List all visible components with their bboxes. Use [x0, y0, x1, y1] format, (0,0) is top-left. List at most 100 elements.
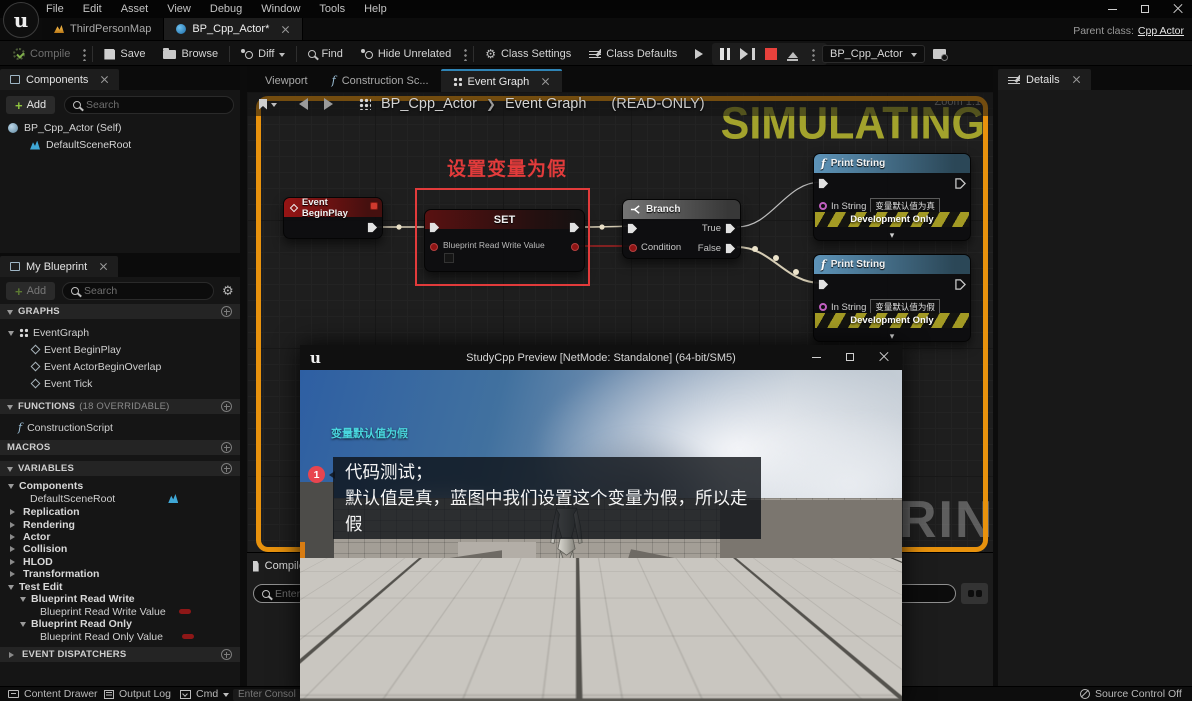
var-category-collision[interactable]: Collision — [8, 542, 67, 555]
event-beginplay-row[interactable]: Event BeginPlay — [30, 343, 121, 356]
event-dispatchers-section-header[interactable]: EVENT DISPATCHERS — [0, 647, 240, 662]
construction-script-row[interactable]: f ConstructionScript — [18, 421, 113, 434]
close-icon[interactable] — [1172, 3, 1184, 15]
add-macro-icon[interactable] — [221, 442, 232, 453]
event-tick-row[interactable]: Event Tick — [30, 377, 92, 390]
node-print-string-false[interactable]: f Print String In String 变量默认值为假 Develop… — [813, 254, 971, 342]
tab-event-graph[interactable]: Event Graph — [440, 69, 563, 92]
add-function-icon[interactable] — [221, 401, 232, 412]
exec-out-pin[interactable] — [955, 279, 966, 290]
menu-asset[interactable]: Asset — [121, 3, 149, 15]
close-icon[interactable] — [878, 351, 890, 363]
var-blueprint-read-only-value[interactable]: Blueprint Read Only Value — [40, 630, 194, 643]
class-defaults-button[interactable]: Class Defaults — [580, 41, 686, 67]
minimize-icon[interactable] — [1106, 3, 1118, 15]
exec-out-pin[interactable] — [955, 178, 966, 189]
my-blueprint-search[interactable] — [62, 282, 214, 300]
find-button[interactable]: Find — [299, 41, 351, 67]
tab-close-icon[interactable] — [281, 25, 290, 34]
unreal-logo-icon[interactable]: u — [3, 2, 39, 38]
event-actorbeginoverlap-row[interactable]: Event ActorBeginOverlap — [30, 360, 161, 373]
add-blueprint-item-button[interactable]: + Add — [6, 282, 56, 300]
exec-in-pin[interactable] — [818, 279, 829, 290]
menu-tools[interactable]: Tools — [319, 3, 345, 15]
components-search-input[interactable] — [86, 99, 225, 111]
node-branch[interactable]: Branch Condition True False — [622, 199, 741, 259]
source-control-button[interactable]: Source Control Off — [1080, 688, 1182, 700]
class-settings-button[interactable]: ⚙ Class Settings — [476, 41, 580, 67]
playback-options-icon[interactable] — [812, 47, 815, 61]
my-blueprint-tab[interactable]: My Blueprint — [0, 256, 119, 277]
component-row-self[interactable]: BP_Cpp_Actor (Self) — [8, 122, 121, 134]
menu-view[interactable]: View — [167, 3, 191, 15]
menu-edit[interactable]: Edit — [83, 3, 102, 15]
close-icon[interactable] — [100, 75, 109, 84]
node-print-string-true[interactable]: f Print String In String 变量默认值为真 Develop… — [813, 153, 971, 241]
var-group-blueprint-read-write[interactable]: Blueprint Read Write — [20, 592, 135, 605]
breadcrumb-root[interactable]: BP_Cpp_Actor — [381, 96, 477, 112]
compiler-results-tab[interactable]: Compile — [253, 560, 305, 572]
condition-pin[interactable]: Condition — [629, 242, 681, 253]
graphs-section-header[interactable]: GRAPHS — [0, 304, 240, 319]
stop-icon[interactable] — [765, 48, 777, 60]
preview-viewport[interactable]: 变量默认值为假 1 代码测试； 默认值是真，蓝图中我们设置这个变量为假，所以走假 — [300, 370, 902, 701]
forward-icon[interactable] — [324, 98, 339, 110]
cmd-dropdown[interactable]: Cmd — [180, 688, 230, 700]
tab-viewport[interactable]: Viewport — [247, 69, 320, 92]
variables-section-header[interactable]: VARIABLES — [0, 461, 240, 476]
menu-file[interactable]: File — [46, 3, 64, 15]
exec-in-pin[interactable] — [818, 178, 829, 189]
tab-thirdpersonmap[interactable]: ThirdPersonMap — [42, 18, 165, 40]
diff-button[interactable]: Diff — [232, 41, 294, 67]
chevron-down-icon[interactable]: ▾ — [814, 231, 970, 240]
compile-options-icon[interactable] — [83, 47, 87, 61]
content-drawer-button[interactable]: Content Drawer — [8, 688, 98, 700]
add-graph-icon[interactable] — [221, 306, 232, 317]
add-variable-icon[interactable] — [221, 463, 232, 474]
filter-gear-icon[interactable]: ⚙ — [222, 284, 234, 297]
var-category-transformation[interactable]: Transformation — [8, 567, 99, 580]
true-pin[interactable]: True — [702, 223, 736, 234]
save-button[interactable]: Save — [95, 41, 154, 67]
eject-icon[interactable] — [787, 47, 798, 62]
minimize-icon[interactable] — [810, 351, 822, 363]
browse-button[interactable]: Browse — [154, 41, 227, 67]
hide-unrelated-button[interactable]: Hide Unrelated — [352, 41, 460, 67]
pause-icon[interactable] — [720, 48, 730, 60]
browse-to-object-icon[interactable] — [932, 49, 948, 61]
add-dispatcher-icon[interactable] — [221, 649, 232, 660]
component-row-scene-root[interactable]: DefaultSceneRoot — [30, 139, 131, 151]
menu-help[interactable]: Help — [364, 3, 387, 15]
output-log-button[interactable]: Output Log — [104, 688, 171, 700]
exec-out-pin[interactable] — [367, 222, 378, 233]
hide-unrelated-options-icon[interactable] — [464, 47, 468, 61]
components-tab[interactable]: Components — [0, 69, 120, 90]
tab-construction-script[interactable]: f Construction Sc... — [320, 69, 441, 92]
my-blueprint-search-input[interactable] — [84, 285, 205, 297]
node-event-beginplay[interactable]: Event BeginPlay — [283, 197, 383, 239]
debug-object-dropdown[interactable]: BP_Cpp_Actor — [822, 45, 925, 63]
restore-icon[interactable] — [1139, 3, 1151, 15]
menu-window[interactable]: Window — [261, 3, 300, 15]
exec-in-pin[interactable] — [627, 223, 638, 234]
components-search[interactable] — [64, 96, 234, 114]
menu-debug[interactable]: Debug — [210, 3, 242, 15]
find-in-blueprint-button[interactable] — [961, 583, 988, 604]
maximize-icon[interactable] — [844, 351, 856, 363]
eventgraph-row[interactable]: EventGraph — [8, 326, 89, 339]
details-tab[interactable]: Details — [998, 69, 1091, 90]
compile-button[interactable]: Compile — [4, 41, 79, 67]
step-frame-icon[interactable] — [740, 48, 755, 60]
close-icon[interactable] — [1072, 75, 1081, 84]
functions-section-header[interactable]: FUNCTIONS (18 OVERRIDABLE) — [0, 399, 240, 414]
back-icon[interactable] — [293, 98, 308, 110]
breadcrumb-current[interactable]: Event Graph — [505, 96, 586, 112]
var-category-replication[interactable]: Replication — [8, 505, 80, 518]
close-icon[interactable] — [541, 77, 550, 86]
tab-bp-cpp-actor[interactable]: BP_Cpp_Actor* — [164, 18, 304, 40]
false-pin[interactable]: False — [698, 243, 736, 254]
var-default-scene-root[interactable]: DefaultSceneRoot — [30, 492, 179, 505]
bookmark-icon[interactable] — [259, 98, 267, 110]
chevron-down-icon[interactable]: ▾ — [814, 332, 970, 341]
var-group-blueprint-read-only[interactable]: Blueprint Read Only — [20, 617, 132, 630]
